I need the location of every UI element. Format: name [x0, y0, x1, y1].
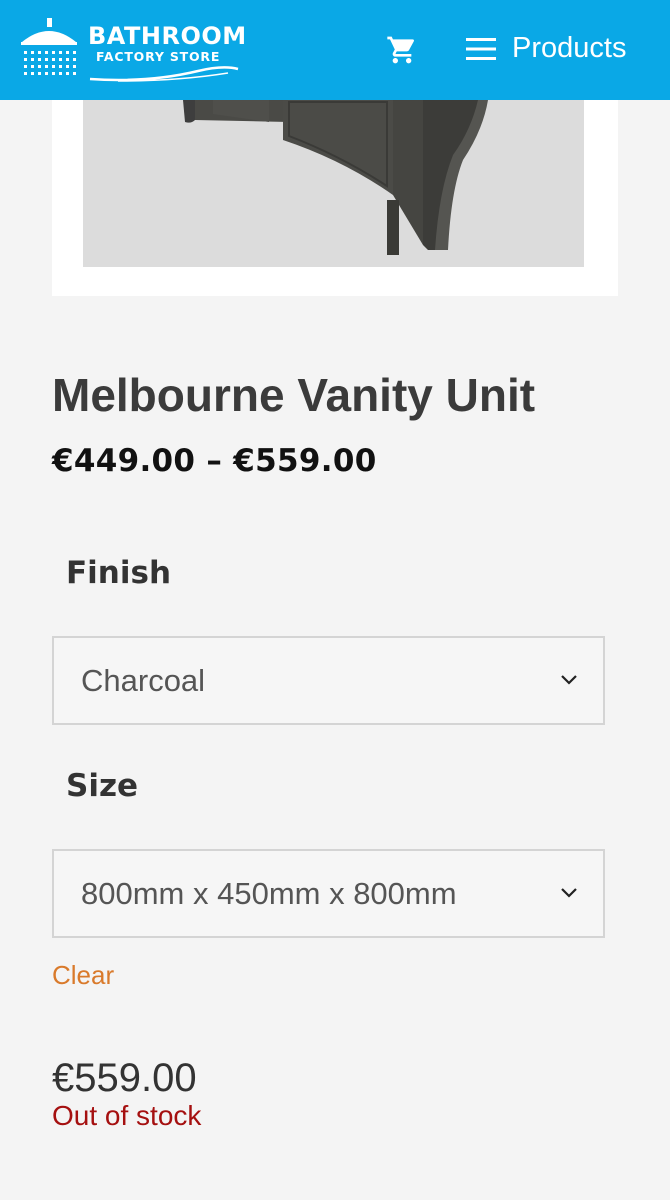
- site-logo[interactable]: BATHROOM FACTORY STORE: [18, 18, 246, 82]
- clear-selection-link[interactable]: Clear: [52, 960, 114, 991]
- finish-select[interactable]: Charcoal: [52, 636, 605, 725]
- products-menu-label: Products: [512, 32, 627, 64]
- vanity-unit-photo: [83, 100, 584, 267]
- wave-swoosh-icon: [89, 66, 239, 82]
- selected-price: €559.00: [52, 1056, 197, 1100]
- logo-text-factory-store: FACTORY STORE: [96, 49, 221, 64]
- stock-status: Out of stock: [52, 1100, 202, 1131]
- size-label: Size: [66, 768, 139, 804]
- shower-head-icon: [21, 18, 77, 75]
- logo-text-bathroom: BATHROOM: [88, 22, 247, 50]
- products-menu-button[interactable]: Products: [466, 28, 656, 72]
- size-select-value: 800mm x 450mm x 800mm: [81, 876, 457, 911]
- chevron-down-icon: [561, 888, 577, 898]
- finish-label: Finish: [66, 555, 172, 591]
- size-select[interactable]: 800mm x 450mm x 800mm: [52, 849, 605, 938]
- product-title: Melbourne Vanity Unit: [52, 369, 536, 421]
- finish-select-value: Charcoal: [81, 663, 206, 698]
- cart-icon[interactable]: [386, 34, 418, 66]
- product-image-card: [52, 100, 618, 296]
- price-range: €449.00 – €559.00: [52, 443, 377, 479]
- site-header: BATHROOM FACTORY STORE Products: [0, 0, 670, 100]
- chevron-down-icon: [561, 675, 577, 685]
- hamburger-icon: [466, 38, 496, 60]
- product-photo[interactable]: [83, 100, 584, 267]
